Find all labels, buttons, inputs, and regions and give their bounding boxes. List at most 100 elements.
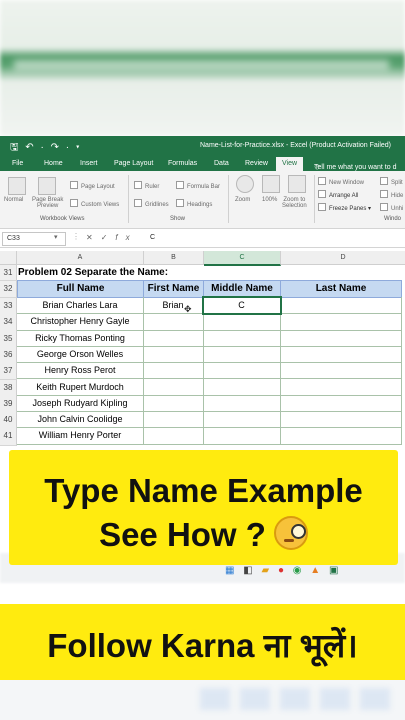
app-icon[interactable]: ▲ bbox=[310, 565, 323, 576]
row-header[interactable]: 40 bbox=[0, 412, 17, 430]
zoom-100-icon[interactable] bbox=[262, 175, 280, 193]
tab-formulas[interactable]: Formulas bbox=[168, 160, 197, 167]
enter-check-icon[interactable]: ✓ bbox=[101, 233, 116, 242]
cell-full-name[interactable]: George Orson Welles bbox=[17, 345, 144, 364]
new-window-button[interactable]: New Window bbox=[318, 177, 364, 186]
blurred-block bbox=[200, 688, 230, 710]
unhide-button[interactable]: Unhi bbox=[380, 203, 403, 212]
freeze-panes-button[interactable]: Freeze Panes ▾ bbox=[318, 203, 371, 212]
ruler-checkbox[interactable]: Ruler bbox=[134, 181, 159, 190]
cell-middle-name[interactable] bbox=[203, 411, 281, 429]
column-header-c[interactable]: C bbox=[204, 251, 281, 266]
row-header[interactable]: 38 bbox=[0, 379, 17, 397]
column-header-d[interactable]: D bbox=[281, 251, 405, 265]
page-break-preview-icon[interactable] bbox=[38, 177, 56, 195]
row-header[interactable]: 32 bbox=[0, 281, 17, 298]
cell-last-name[interactable] bbox=[280, 329, 402, 347]
cell-first-name[interactable] bbox=[143, 345, 204, 364]
app-icon[interactable]: ◉ bbox=[293, 565, 305, 576]
caption-line-2-text: See How ? bbox=[99, 516, 266, 553]
cell-middle-name[interactable] bbox=[203, 394, 281, 413]
hide-button[interactable]: Hide bbox=[380, 190, 403, 199]
app-icon[interactable]: ◧ bbox=[243, 565, 255, 576]
arrange-all-button[interactable]: Arrange All bbox=[318, 190, 358, 199]
row-header[interactable]: 31 bbox=[0, 265, 17, 281]
ribbon-separator bbox=[128, 175, 129, 223]
cell-middle-name[interactable] bbox=[203, 427, 281, 445]
normal-view-icon[interactable] bbox=[8, 177, 26, 195]
cell-full-name[interactable]: Ricky Thomas Ponting bbox=[17, 329, 144, 347]
column-header-b[interactable]: B bbox=[144, 251, 204, 265]
cell-middle-name[interactable] bbox=[203, 378, 281, 396]
cancel-icon[interactable]: ✕ bbox=[86, 233, 101, 242]
cell-first-name[interactable] bbox=[143, 378, 204, 396]
cell-first-name[interactable] bbox=[143, 313, 204, 331]
app-icon[interactable]: ▣ bbox=[329, 565, 341, 576]
headings-checkbox[interactable]: Headings bbox=[176, 199, 212, 208]
formula-bar-checkbox[interactable]: Formula Bar bbox=[176, 181, 220, 190]
cell-full-name[interactable]: Keith Rupert Murdoch bbox=[17, 378, 144, 396]
cell-full-name[interactable]: Joseph Rudyard Kipling bbox=[17, 394, 144, 413]
custom-views-button[interactable]: Custom Views bbox=[70, 199, 119, 208]
cell-last-name[interactable] bbox=[280, 411, 402, 429]
cell-last-name[interactable] bbox=[280, 394, 402, 413]
windows-start-icon[interactable]: ▦ bbox=[225, 565, 237, 576]
formula-bar: C33 ▾ ⋮ ✕✓fx C bbox=[0, 230, 405, 248]
header-last-name[interactable]: Last Name bbox=[280, 280, 402, 298]
problem-title[interactable]: Problem 02 Separate the Name: bbox=[18, 267, 168, 278]
chevron-down-icon[interactable]: ▾ bbox=[54, 233, 58, 241]
cell-full-name[interactable]: Brian Charles Lara bbox=[17, 297, 144, 315]
header-full-name[interactable]: Full Name bbox=[17, 280, 144, 298]
column-header-a[interactable]: A bbox=[17, 251, 144, 265]
row-header[interactable]: 36 bbox=[0, 346, 17, 365]
cell-full-name[interactable]: Henry Ross Perot bbox=[17, 362, 144, 380]
cell-middle-name[interactable] bbox=[203, 329, 281, 347]
cell-last-name[interactable] bbox=[280, 313, 402, 331]
formula-input[interactable]: C bbox=[150, 234, 155, 241]
header-middle-name[interactable]: Middle Name bbox=[203, 280, 281, 298]
header-first-name[interactable]: First Name bbox=[143, 280, 204, 298]
cell-last-name[interactable] bbox=[280, 427, 402, 445]
cell-last-name[interactable] bbox=[280, 345, 402, 364]
gridlines-checkbox[interactable]: Gridlines bbox=[134, 199, 169, 208]
row-header[interactable]: 37 bbox=[0, 363, 17, 381]
row-header[interactable]: 41 bbox=[0, 428, 17, 446]
fx-icon[interactable]: fx bbox=[115, 233, 137, 242]
quick-access-toolbar[interactable]: 🖫 ↶ · ↷ · ▾ bbox=[10, 140, 82, 157]
cell-full-name[interactable]: John Calvin Coolidge bbox=[17, 411, 144, 429]
cell-full-name[interactable]: Christopher Henry Gayle bbox=[17, 313, 144, 331]
split-button[interactable]: Split bbox=[380, 177, 403, 186]
cell-first-name[interactable]: Brian bbox=[143, 297, 204, 315]
tab-file[interactable]: File bbox=[12, 160, 23, 167]
row-header[interactable]: 35 bbox=[0, 330, 17, 348]
formula-bar-icons[interactable]: ✕✓fx bbox=[86, 233, 138, 242]
cell-first-name[interactable] bbox=[143, 329, 204, 347]
tab-insert[interactable]: Insert bbox=[80, 160, 98, 167]
cell-middle-name[interactable] bbox=[203, 362, 281, 380]
tab-review[interactable]: Review bbox=[245, 160, 268, 167]
cell-full-name[interactable]: William Henry Porter bbox=[17, 427, 144, 445]
app-icon[interactable]: ● bbox=[278, 565, 287, 576]
cell-last-name[interactable] bbox=[280, 378, 402, 396]
cell-first-name[interactable] bbox=[143, 362, 204, 380]
cell-middle-name[interactable] bbox=[203, 345, 281, 364]
cell-last-name[interactable] bbox=[280, 297, 402, 315]
cell-first-name[interactable] bbox=[143, 411, 204, 429]
tab-home[interactable]: Home bbox=[44, 160, 63, 167]
cell-middle-name[interactable] bbox=[203, 313, 281, 331]
zoom-magnifier-icon[interactable] bbox=[236, 175, 254, 193]
select-all-corner[interactable] bbox=[0, 251, 17, 265]
active-cell-c33[interactable]: C bbox=[202, 295, 282, 316]
tab-data[interactable]: Data bbox=[214, 160, 229, 167]
split-label: Split bbox=[391, 180, 403, 186]
tab-page-layout[interactable]: Page Layout bbox=[114, 160, 153, 167]
zoom-to-selection-icon[interactable] bbox=[288, 175, 306, 193]
row-header[interactable]: 39 bbox=[0, 395, 17, 414]
row-header[interactable]: 33 bbox=[0, 298, 17, 316]
row-header[interactable]: 34 bbox=[0, 314, 17, 332]
cell-first-name[interactable] bbox=[143, 427, 204, 445]
cell-last-name[interactable] bbox=[280, 362, 402, 380]
cell-first-name[interactable] bbox=[143, 394, 204, 413]
app-icon[interactable]: ▰ bbox=[261, 565, 272, 576]
page-layout-view-button[interactable]: Page Layout bbox=[70, 181, 115, 190]
